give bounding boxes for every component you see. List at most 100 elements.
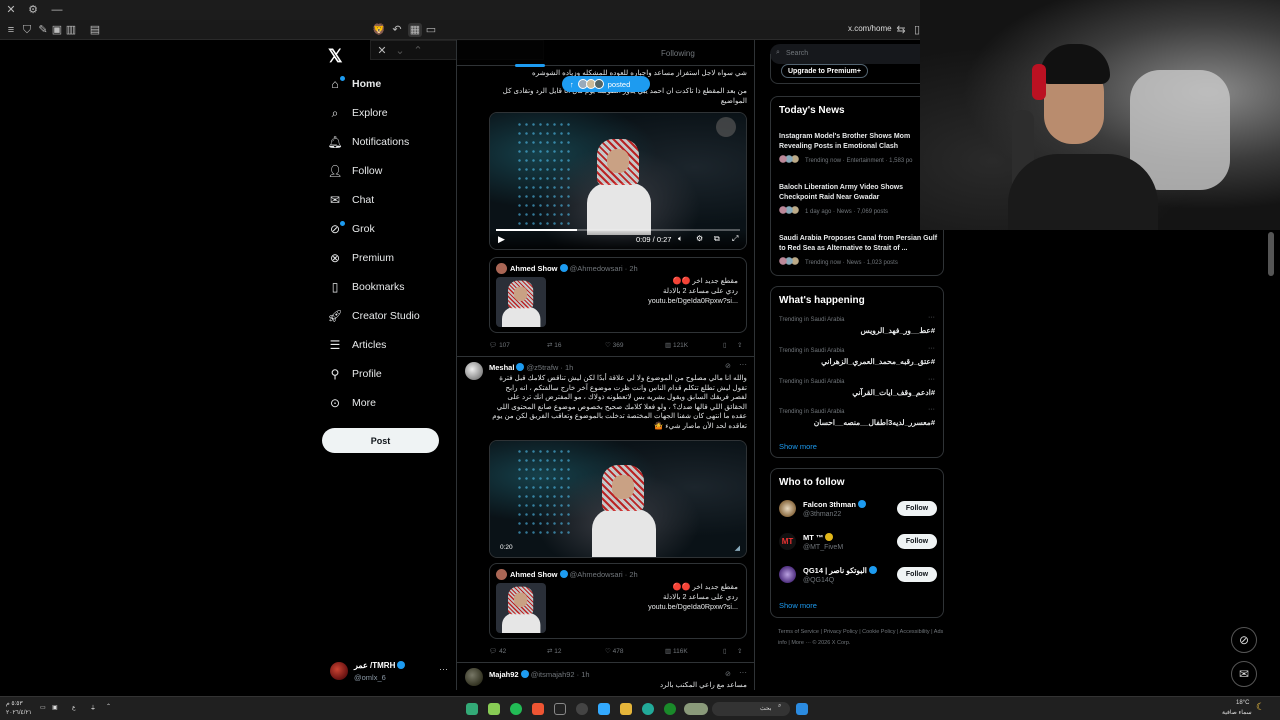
menu-icon[interactable]: ≡ [4, 23, 18, 37]
nav-grok[interactable]: ⊘ Grok [328, 218, 375, 240]
nav-creator-studio[interactable]: 🚀︎ Creator Studio [327, 305, 419, 327]
show-more-link[interactable]: Show more [779, 601, 817, 610]
folder-icon[interactable] [620, 703, 632, 715]
follow-button[interactable]: Follow [897, 567, 937, 582]
windows-start-icon[interactable] [796, 703, 808, 715]
play-icon[interactable]: ▶ [498, 234, 505, 245]
more-icon[interactable]: ··· [739, 668, 747, 677]
puzzle-icon[interactable]: ✎ [36, 23, 50, 37]
repost-button[interactable]: ⇄ 12 [547, 647, 562, 655]
views-button[interactable]: ▥ 121K [665, 341, 688, 349]
footer-links[interactable]: Terms of Service | Privacy Policy | Cook… [778, 627, 948, 649]
address-bar[interactable]: x.com/home [848, 24, 892, 33]
close-icon[interactable]: ✕ [4, 3, 18, 17]
follow-suggestion[interactable]: MT MT ™ @MT_FiveM Follow [779, 531, 937, 559]
more-icon[interactable]: ··· [928, 376, 935, 383]
nav-explore[interactable]: ⌕ Explore [328, 102, 388, 124]
nav-profile[interactable]: ⚲ Profile [328, 363, 382, 385]
views-button[interactable]: ▥ 116K [665, 647, 688, 655]
expand-icon[interactable]: ◢ [735, 544, 740, 552]
grok-icon[interactable]: ⊘ [725, 362, 731, 370]
nav-home[interactable]: ⌂ Home [328, 73, 381, 95]
x-logo-icon[interactable]: 𝕏 [328, 46, 343, 67]
shield-icon[interactable]: ⛉ [20, 23, 34, 37]
clock-time[interactable]: ٥:٥٣ م [6, 700, 23, 707]
follow-button[interactable]: Follow [897, 534, 937, 549]
reply-button[interactable]: 💬︎ 42 [489, 647, 506, 655]
news-title[interactable]: Instagram Model's Brother Shows Mom Reve… [779, 132, 929, 151]
quoted-tweet[interactable]: Ahmed Show @Ahmedowsari · 2h مقطع جديد ا… [489, 563, 747, 639]
trend-tag[interactable]: #عتق_رقبه_محمد_العمري_الزهراني [821, 357, 935, 366]
news-title[interactable]: Saudi Arabia Proposes Canal from Persian… [779, 234, 939, 253]
minimize-icon[interactable]: — [50, 3, 64, 17]
grok-icon[interactable]: ⊘ [725, 670, 731, 678]
app-icon[interactable] [576, 703, 588, 715]
trend-tag[interactable]: #معسرر_لديه3اطفال__منصه__احسان [814, 418, 935, 427]
brave-icon[interactable]: 🦁 [372, 23, 386, 37]
bookmark-icon[interactable]: ▯ [723, 341, 727, 349]
reader-icon[interactable]: ▤ [88, 23, 102, 37]
new-posts-pill[interactable]: ↑ posted [562, 76, 650, 92]
news-title[interactable]: Baloch Liberation Army Video Shows Check… [779, 183, 929, 202]
reply-button[interactable]: 💬︎ 107 [489, 341, 510, 349]
tweet-author[interactable]: Meshal [489, 363, 514, 372]
grok-icon[interactable]: ⊘ [1231, 627, 1257, 653]
more-icon[interactable]: ··· [439, 664, 448, 674]
whatsapp-icon[interactable] [510, 703, 522, 715]
widget-icon[interactable] [684, 703, 708, 715]
scrollbar[interactable] [1268, 232, 1274, 276]
tweet-author[interactable]: Majah92 [489, 670, 519, 679]
network-icon[interactable]: ▣ [52, 704, 58, 711]
trend-tag[interactable]: #ادعم_وقف_ايات_القرآني [852, 388, 935, 397]
nav-follow[interactable]: 👤︎ Follow [327, 160, 382, 182]
app-icon[interactable] [554, 703, 566, 715]
language-indicator[interactable]: ع [72, 704, 76, 711]
bookmark-icon[interactable]: ▯ [723, 647, 727, 655]
notification-icon[interactable]: ▭ [40, 704, 46, 711]
chevron-up-icon[interactable]: ⌃ [106, 703, 111, 710]
nav-chat[interactable]: ✉ Chat [328, 189, 374, 211]
more-icon[interactable]: ··· [928, 314, 935, 321]
more-icon[interactable]: ··· [739, 360, 747, 369]
follow-button[interactable]: Follow [897, 501, 937, 516]
video-player[interactable]: ▶ 0:09 / 0:27 🔈︎ ⚙ ⧉ ⤢ [489, 112, 747, 250]
upgrade-button[interactable]: Upgrade to Premium+ [781, 64, 868, 78]
follow-suggestion[interactable]: Falcon 3thman @3thman22 Follow [779, 498, 937, 526]
quoted-tweet[interactable]: Ahmed Show @Ahmedowsari · 2h مقطع جديد ا… [489, 257, 747, 333]
quoted-link[interactable]: youtu.be/DgeIda0Rpxw?si... [598, 602, 738, 612]
app-icon[interactable] [488, 703, 500, 715]
nav-notifications[interactable]: 🔔︎ Notifications [327, 131, 409, 153]
more-icon[interactable]: ··· [928, 406, 935, 413]
translate-icon[interactable]: ⇆ [894, 23, 908, 37]
quoted-link[interactable]: youtu.be/DgeIda0Rpxw?si... [598, 296, 738, 306]
edge-icon[interactable] [642, 703, 654, 715]
back-icon[interactable]: ↶ [390, 23, 404, 37]
nav-more[interactable]: ⊙ More [328, 392, 376, 414]
mic-icon[interactable]: ⏚ [90, 703, 96, 712]
nav-articles[interactable]: ☰ Articles [328, 334, 387, 356]
like-button[interactable]: ♡ 369 [605, 341, 624, 349]
avatar[interactable] [465, 362, 483, 380]
brave-icon[interactable] [532, 703, 544, 715]
nav-bookmarks[interactable]: ▯ Bookmarks [328, 276, 405, 298]
window-icon[interactable]: ▭ [424, 23, 438, 37]
share-icon[interactable]: ⇪ [737, 341, 742, 349]
tab-following[interactable]: Following [661, 49, 695, 58]
more-icon[interactable]: ··· [928, 345, 935, 352]
fullscreen-icon[interactable]: ⤢ [732, 234, 738, 244]
tab-icon[interactable]: ▦ [408, 23, 422, 37]
weather-temp[interactable]: 18°C [1236, 700, 1249, 706]
volume-icon[interactable]: 🔈︎ [678, 234, 683, 244]
like-button[interactable]: ♡ 478 [605, 647, 624, 655]
repost-button[interactable]: ⇄ 16 [547, 341, 562, 349]
post-button[interactable]: Post [322, 428, 439, 453]
gear-icon[interactable]: ⚙ [696, 234, 703, 243]
account-switcher[interactable]: عمر /TMRH @omlx_6 ··· [330, 660, 448, 684]
pip-icon[interactable]: ⧉ [714, 234, 720, 244]
nav-premium[interactable]: ⊗ Premium [328, 247, 394, 269]
tabs-icon[interactable]: ▣ [50, 23, 64, 37]
video-player[interactable]: 0:20 ◢ [489, 440, 747, 558]
video-progress[interactable] [496, 229, 740, 231]
settings-icon[interactable]: ⚙ [26, 3, 40, 17]
sidebar-icon[interactable]: ▥ [64, 23, 78, 37]
